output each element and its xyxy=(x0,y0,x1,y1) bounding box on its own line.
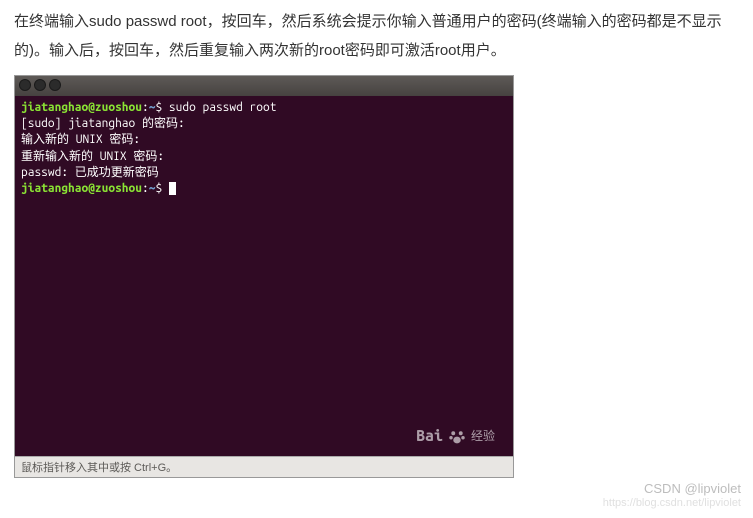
cursor xyxy=(169,182,176,195)
prompt-user: jiatanghao@zuoshou xyxy=(21,101,142,114)
csdn-author: CSDN @lipviolet xyxy=(603,481,741,497)
terminal-output: 输入新的 UNIX 密码: xyxy=(21,132,507,148)
terminal-output: 重新输入新的 UNIX 密码: xyxy=(21,149,507,165)
close-icon[interactable] xyxy=(19,79,31,91)
baidu-watermark: Bai 经验 xyxy=(416,426,495,448)
terminal-window: jiatanghao@zuoshou:~$ sudo passwd root [… xyxy=(14,75,514,478)
csdn-url: https://blog.csdn.net/lipviolet xyxy=(603,497,741,510)
terminal-line: jiatanghao@zuoshou:~$ sudo passwd root xyxy=(21,100,507,116)
minimize-icon[interactable] xyxy=(34,79,46,91)
watermark-brand-right: 经验 xyxy=(471,429,495,445)
prompt-user: jiatanghao@zuoshou xyxy=(21,182,142,195)
maximize-icon[interactable] xyxy=(49,79,61,91)
terminal-line: jiatanghao@zuoshou:~$ xyxy=(21,181,507,197)
command-text: sudo passwd root xyxy=(169,101,277,114)
paw-icon xyxy=(447,428,467,446)
window-controls xyxy=(19,79,61,91)
terminal-body[interactable]: jiatanghao@zuoshou:~$ sudo passwd root [… xyxy=(15,96,513,456)
terminal-output: passwd: 已成功更新密码 xyxy=(21,165,507,181)
csdn-watermark: CSDN @lipviolet https://blog.csdn.net/li… xyxy=(603,481,741,510)
terminal-statusline: 鼠标指针移入其中或按 Ctrl+G。 xyxy=(15,456,513,477)
terminal-titlebar xyxy=(15,76,513,96)
instruction-text: 在终端输入sudo passwd root，按回车，然后系统会提示你输入普通用户… xyxy=(0,0,753,75)
watermark-brand-left: Bai xyxy=(416,426,443,448)
terminal-output: [sudo] jiatanghao 的密码: xyxy=(21,116,507,132)
